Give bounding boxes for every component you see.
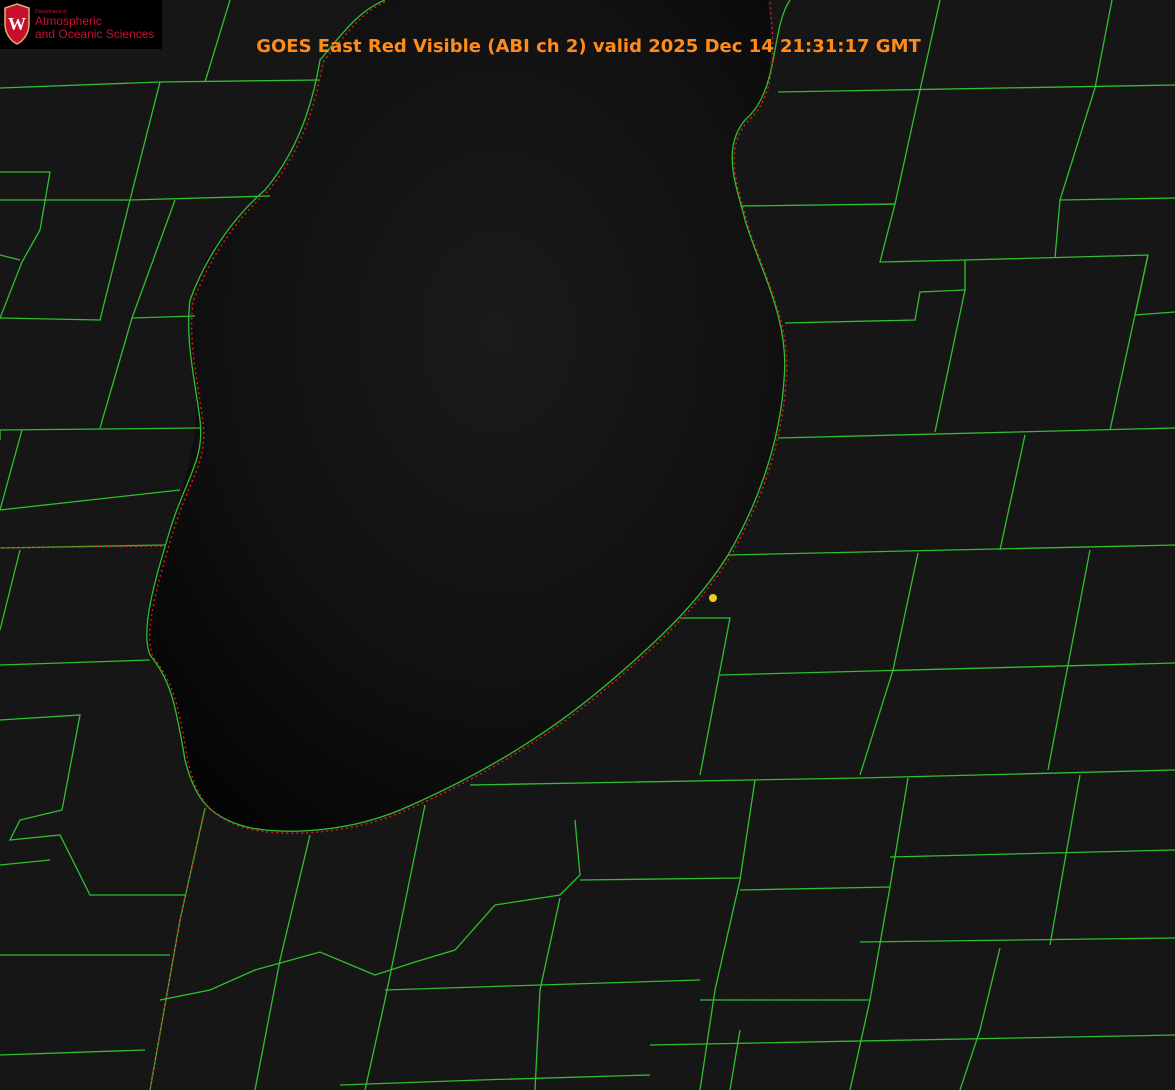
image-title-text: GOES East Red Visible (ABI ch 2) valid 2… — [256, 36, 921, 57]
image-title: GOES East Red Visible (ABI ch 2) valid 2… — [0, 36, 1175, 58]
station-marker[interactable] — [709, 594, 717, 602]
svg-text:W: W — [8, 14, 26, 34]
map-canvas — [0, 0, 1175, 1090]
satellite-image-view: W Department of Atmospheric and Oceanic … — [0, 0, 1175, 1090]
